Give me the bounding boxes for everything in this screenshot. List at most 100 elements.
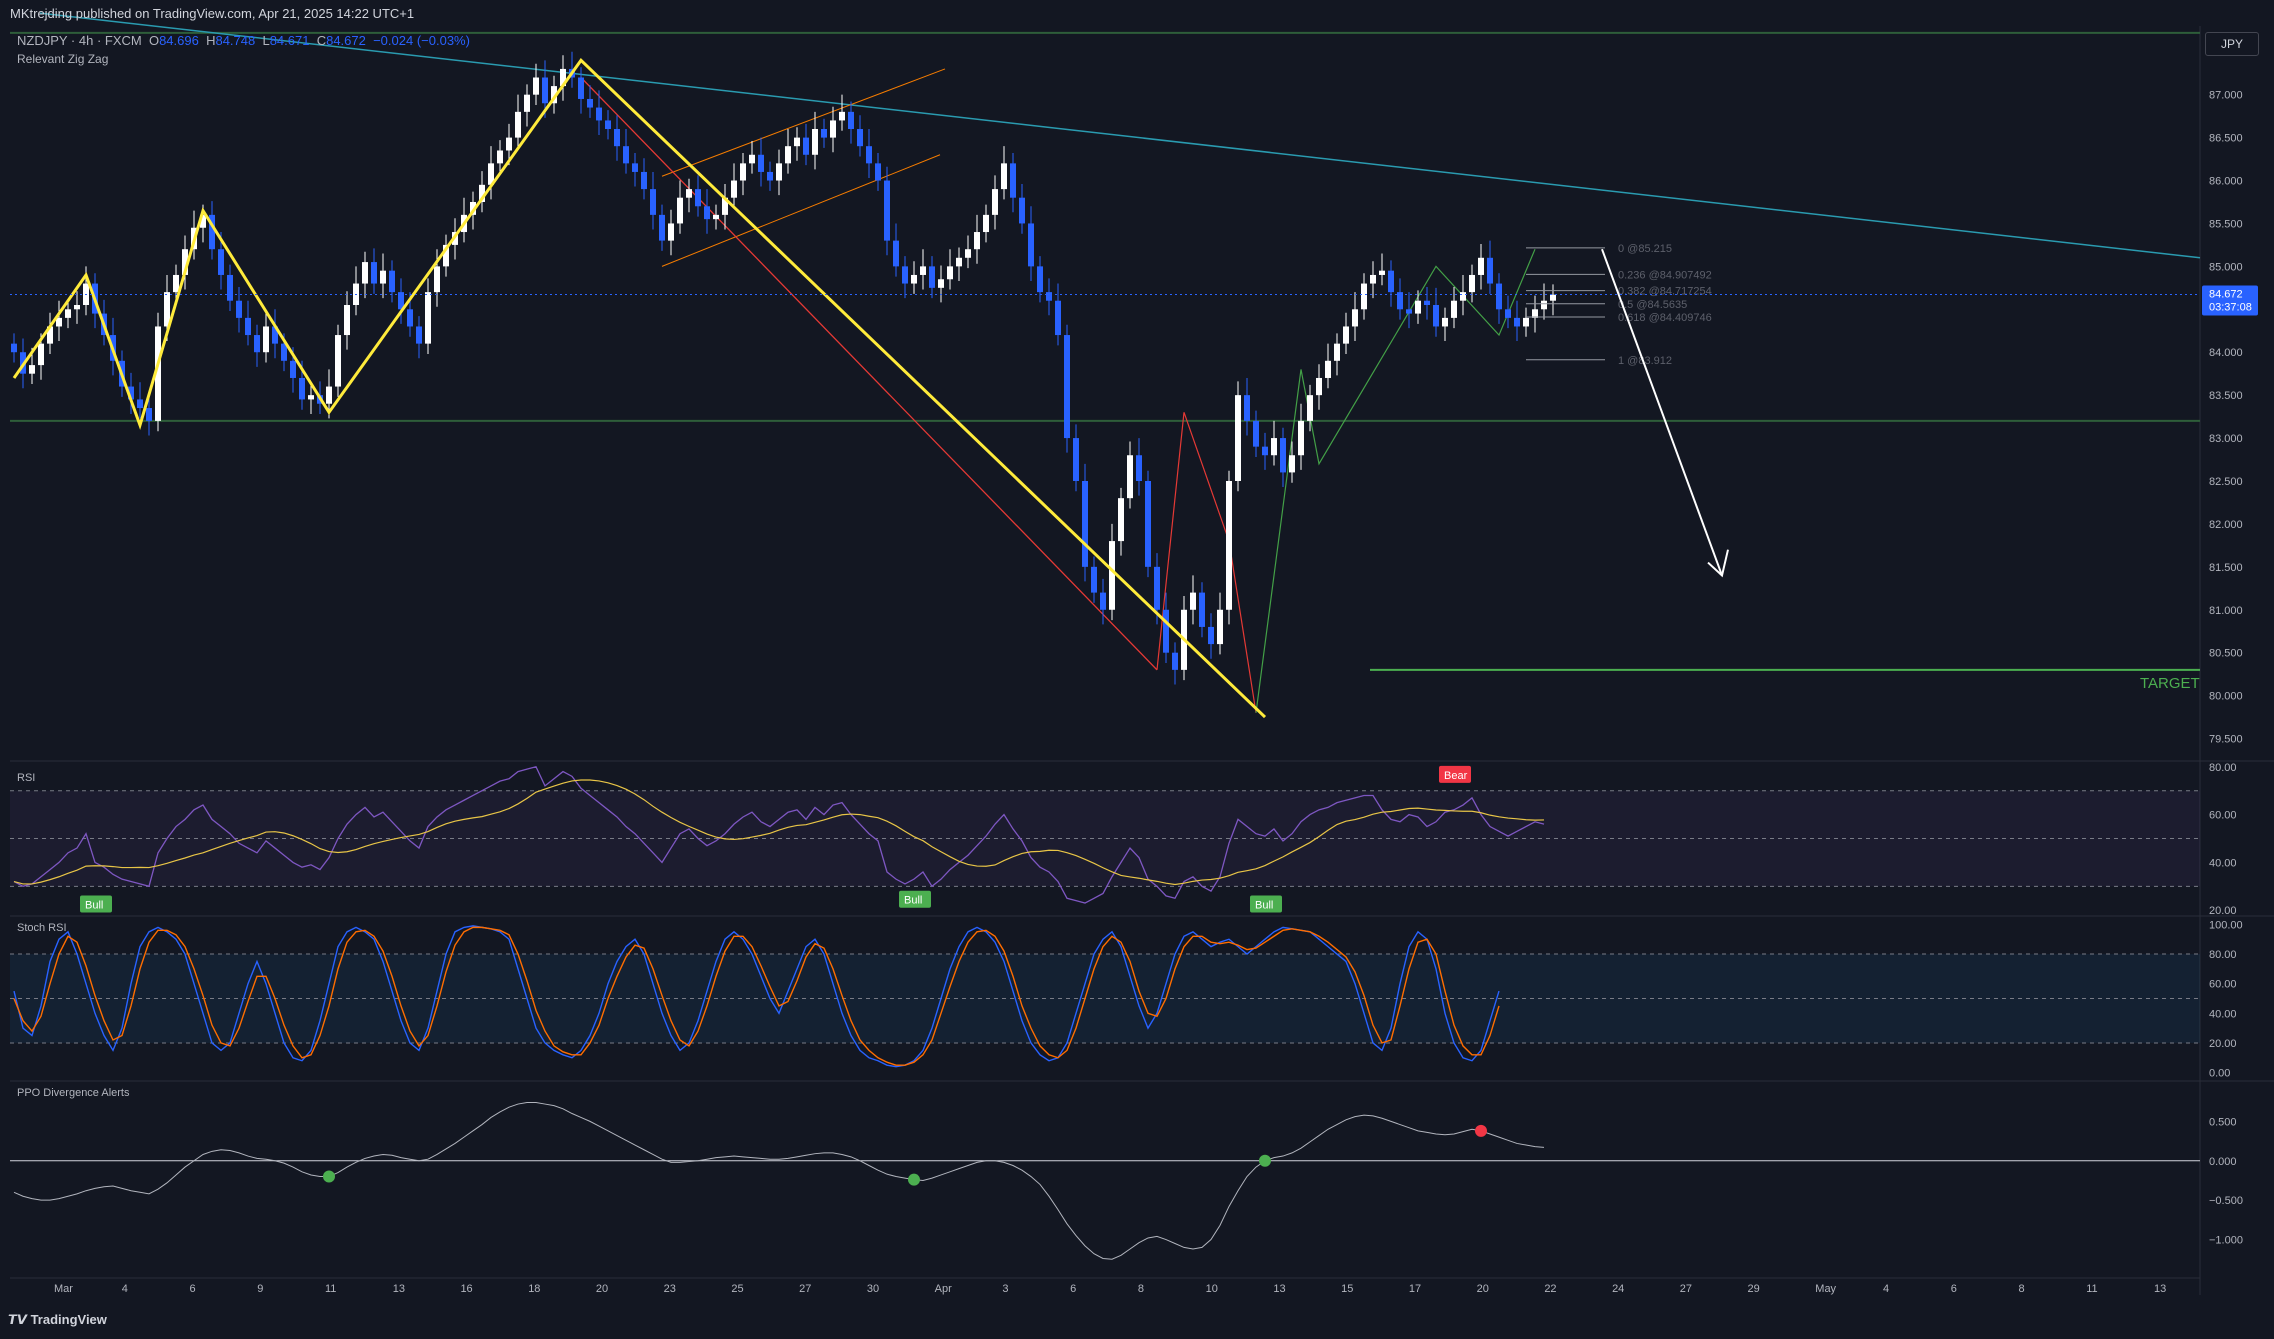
candle-body[interactable]: [389, 270, 395, 293]
candle-body[interactable]: [1154, 566, 1160, 610]
candle-body[interactable]: [371, 262, 377, 284]
ppo-alert-dot[interactable]: [1475, 1124, 1487, 1137]
candle-body[interactable]: [1172, 652, 1178, 670]
candle-body[interactable]: [1253, 420, 1259, 447]
candle-body[interactable]: [533, 77, 539, 95]
candle-body[interactable]: [920, 266, 926, 275]
candle-body[interactable]: [1460, 292, 1466, 301]
candle-body[interactable]: [650, 189, 656, 215]
candle-body[interactable]: [1109, 541, 1115, 610]
candle-body[interactable]: [1145, 480, 1151, 567]
candle-body[interactable]: [974, 232, 980, 250]
footer-brand[interactable]: 𝙏𝙑 TradingView: [8, 1312, 107, 1328]
candle-body[interactable]: [1217, 609, 1223, 645]
candle-body[interactable]: [236, 300, 242, 318]
candle-body[interactable]: [767, 171, 773, 181]
candle-body[interactable]: [1406, 309, 1412, 314]
candle-body[interactable]: [1010, 163, 1016, 198]
candle-body[interactable]: [1487, 257, 1493, 284]
candle-body[interactable]: [1019, 197, 1025, 224]
candle-body[interactable]: [1226, 480, 1232, 610]
symbol-name[interactable]: NZDJPY · 4h · FXCM: [17, 33, 142, 48]
candle-body[interactable]: [1451, 300, 1457, 318]
candle-body[interactable]: [1370, 274, 1376, 284]
candle-body[interactable]: [299, 377, 305, 400]
candle-body[interactable]: [1496, 283, 1502, 310]
candle-body[interactable]: [1244, 395, 1250, 421]
candle-body[interactable]: [326, 386, 332, 404]
candle-body[interactable]: [686, 189, 692, 198]
candle-body[interactable]: [1163, 609, 1169, 653]
symbol-legend[interactable]: NZDJPY · 4h · FXCM O84.696 H84.748 L84.6…: [17, 33, 470, 48]
candle-body[interactable]: [938, 279, 944, 288]
candle-body[interactable]: [1199, 592, 1205, 627]
candle-body[interactable]: [1262, 446, 1268, 456]
candle-body[interactable]: [704, 206, 710, 220]
ppo-alert-dot[interactable]: [323, 1170, 335, 1183]
candle-body[interactable]: [1037, 266, 1043, 293]
candle-body[interactable]: [1280, 438, 1286, 473]
candle-body[interactable]: [29, 365, 35, 374]
candle-body[interactable]: [1100, 592, 1106, 610]
candle-body[interactable]: [1028, 223, 1034, 267]
candle-body[interactable]: [1055, 300, 1061, 336]
candle-body[interactable]: [1505, 309, 1511, 318]
candle-body[interactable]: [677, 197, 683, 224]
candle-body[interactable]: [1271, 438, 1277, 456]
candle-body[interactable]: [137, 399, 143, 409]
candle-body[interactable]: [659, 214, 665, 241]
candle-body[interactable]: [803, 137, 809, 155]
candle-body[interactable]: [1091, 566, 1097, 593]
candle-body[interactable]: [956, 257, 962, 267]
chart-canvas[interactable]: 87.50087.00086.50086.00085.50085.00084.5…: [0, 0, 2274, 1339]
candle-body[interactable]: [335, 335, 341, 387]
candle-body[interactable]: [11, 343, 17, 353]
candle-body[interactable]: [515, 111, 521, 138]
candle-body[interactable]: [1325, 360, 1331, 378]
candle-body[interactable]: [596, 107, 602, 121]
candle-body[interactable]: [785, 146, 791, 164]
candle-body[interactable]: [758, 154, 764, 172]
candle-body[interactable]: [290, 360, 296, 378]
candle-body[interactable]: [893, 240, 899, 267]
candle-body[interactable]: [1523, 317, 1529, 327]
candle-body[interactable]: [1361, 283, 1367, 310]
candle-body[interactable]: [542, 77, 548, 104]
currency-button[interactable]: JPY: [2205, 32, 2259, 56]
candle-body[interactable]: [506, 137, 512, 151]
candle-body[interactable]: [1001, 163, 1007, 190]
candle-body[interactable]: [407, 309, 413, 327]
candle-body[interactable]: [632, 163, 638, 172]
candle-body[interactable]: [740, 163, 746, 181]
candle-body[interactable]: [866, 146, 872, 164]
candle-body[interactable]: [434, 266, 440, 293]
candle-body[interactable]: [1307, 395, 1313, 421]
candle-body[interactable]: [947, 266, 953, 280]
candle-body[interactable]: [830, 120, 836, 138]
candle-body[interactable]: [1298, 420, 1304, 456]
candle-body[interactable]: [218, 249, 224, 275]
candle-body[interactable]: [1442, 317, 1448, 327]
candle-body[interactable]: [1541, 300, 1547, 310]
candle-body[interactable]: [1424, 300, 1430, 306]
candle-body[interactable]: [605, 120, 611, 130]
candle-body[interactable]: [1469, 274, 1475, 293]
candle-body[interactable]: [1208, 626, 1214, 645]
candle-body[interactable]: [1514, 317, 1520, 327]
candle-body[interactable]: [1343, 326, 1349, 344]
candle-body[interactable]: [245, 317, 251, 336]
candle-body[interactable]: [1046, 292, 1052, 301]
candle-body[interactable]: [983, 214, 989, 233]
candle-body[interactable]: [362, 262, 368, 284]
candle-body[interactable]: [1316, 377, 1322, 396]
candle-body[interactable]: [614, 129, 620, 147]
candle-body[interactable]: [848, 111, 854, 130]
candle-body[interactable]: [776, 163, 782, 181]
candle-body[interactable]: [1064, 335, 1070, 439]
candle-body[interactable]: [254, 335, 260, 353]
candle-body[interactable]: [308, 395, 314, 400]
candle-body[interactable]: [1478, 257, 1484, 275]
candle-body[interactable]: [641, 171, 647, 190]
candle-body[interactable]: [380, 270, 386, 284]
candle-body[interactable]: [425, 292, 431, 344]
